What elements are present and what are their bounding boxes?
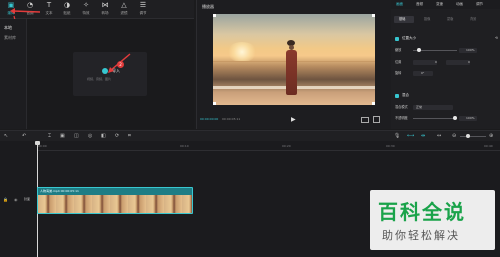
scale-value: 100% bbox=[466, 48, 475, 52]
toolbar-sticker-label: 贴纸 bbox=[63, 11, 71, 15]
duration-timecode: 00:00:05:11 bbox=[222, 117, 241, 121]
current-timecode: 00:00:00:00 bbox=[200, 117, 219, 121]
sidebar-item-library[interactable]: 素材库 bbox=[4, 36, 16, 40]
loop-icon[interactable]: ⟳ bbox=[115, 133, 119, 139]
timeline-toolbar: ↖ ↶ ⌶ ▣ ◫ ◎ ◧ ⟳ ⌗ 🎙 ⟷ ⇹ ↔ ⊖ ⊕ bbox=[0, 130, 500, 141]
opacity-slider-track[interactable] bbox=[413, 118, 457, 119]
toolbar-filter[interactable]: △ 滤镜 bbox=[115, 1, 133, 17]
zoom-in-icon[interactable]: ⊕ bbox=[489, 133, 493, 139]
player-title: 播放器 bbox=[202, 4, 214, 9]
video-clip[interactable]: 人物海滩.mp4 00:00:05:11 bbox=[37, 187, 193, 214]
crop-icon[interactable]: ▣ bbox=[60, 133, 65, 139]
sun-glow bbox=[227, 42, 257, 62]
undo-icon[interactable]: ↶ bbox=[22, 133, 26, 139]
playhead-handle[interactable] bbox=[35, 141, 40, 145]
watermark-title: 百科全说 bbox=[378, 200, 466, 224]
media-sidebar: 本地 素材库 bbox=[0, 19, 27, 129]
toolbar-transition[interactable]: ⋈ 转场 bbox=[96, 1, 114, 17]
effects-icon: ✧ bbox=[83, 1, 89, 9]
freeze-icon[interactable]: ◧ bbox=[101, 133, 106, 139]
subtab-chroma[interactable]: 抠像 bbox=[424, 17, 430, 21]
properties-panel: 画面 音频 变速 动画 调节 基础 抠像 蒙版 背景 位置大小 ⟲ 缩放 100… bbox=[391, 0, 500, 129]
position-x-field[interactable] bbox=[413, 60, 437, 65]
reset-icon[interactable]: ⟲ bbox=[495, 36, 498, 41]
sidebar-item-local[interactable]: 本地 bbox=[4, 26, 12, 30]
position-label: 位置 bbox=[395, 60, 402, 64]
person-dress bbox=[286, 50, 297, 95]
handle-br[interactable] bbox=[372, 102, 375, 105]
section-position-size: 位置大小 bbox=[402, 36, 416, 40]
video-preview[interactable] bbox=[213, 14, 375, 105]
rotate-label: 旋转 bbox=[395, 71, 402, 75]
link-icon[interactable]: ⟷ bbox=[407, 133, 414, 139]
sticker-icon: ◑ bbox=[63, 1, 71, 9]
tick-label: 00:40 bbox=[484, 144, 493, 148]
tab-audio[interactable]: 音频 bbox=[416, 2, 423, 7]
tick-label: 00:10 bbox=[180, 144, 189, 148]
snap-icon[interactable]: ⇹ bbox=[421, 133, 425, 139]
time-ruler[interactable]: 00:00 00:10 00:20 00:30 00:40 bbox=[37, 141, 500, 151]
toolbar-sticker[interactable]: ◑ 贴纸 bbox=[58, 1, 76, 17]
opacity-slider-thumb[interactable] bbox=[453, 116, 457, 120]
track-lock-icon[interactable]: 🔒 bbox=[3, 197, 8, 202]
track-cover-label[interactable]: 封面 bbox=[24, 198, 30, 201]
preview-axis-icon[interactable]: ↔ bbox=[437, 133, 441, 139]
transition-icon: ⋈ bbox=[101, 1, 109, 9]
tab-picture[interactable]: 画面 bbox=[396, 2, 403, 7]
blend-checkbox[interactable] bbox=[395, 94, 399, 98]
filter-icon: △ bbox=[121, 1, 127, 9]
position-x-value: 0 bbox=[435, 60, 437, 64]
tab-animation[interactable]: 动画 bbox=[456, 2, 463, 7]
clip-label: 人物海滩.mp4 00:00:05:11 bbox=[40, 189, 79, 193]
player-panel: 播放器 00:00:00:00 00:00:05:11 ▶ bbox=[196, 0, 392, 129]
tab-adjust[interactable]: 调节 bbox=[476, 2, 483, 7]
select-cursor-icon[interactable]: ↖ bbox=[4, 133, 8, 139]
position-y-value: 0 bbox=[468, 60, 470, 64]
scale-label: 缩放 bbox=[395, 48, 402, 52]
track-visibility-icon[interactable]: ◉ bbox=[14, 197, 18, 202]
toolbar-transition-label: 转场 bbox=[101, 11, 109, 15]
handle-tl[interactable] bbox=[213, 14, 216, 17]
microphone-icon[interactable]: 🎙 bbox=[394, 133, 400, 139]
toolbar-filter-label: 滤镜 bbox=[120, 11, 128, 15]
scale-slider-thumb[interactable] bbox=[417, 48, 421, 52]
zoom-slider-track[interactable] bbox=[460, 136, 486, 137]
zoom-slider-thumb[interactable] bbox=[466, 134, 470, 138]
section-blend: 混合 bbox=[402, 93, 409, 97]
handle-bl[interactable] bbox=[213, 102, 216, 105]
fullscreen-icon[interactable] bbox=[373, 116, 380, 123]
position-y-field[interactable] bbox=[446, 60, 470, 65]
watermark-subtitle: 助你轻松解决 bbox=[382, 229, 460, 242]
toolbar-adjust-label: 调节 bbox=[139, 11, 147, 15]
handle-tr[interactable] bbox=[372, 14, 375, 17]
blend-mode-value: 正常 bbox=[416, 105, 423, 109]
crop-frame-icon[interactable]: ⌗ bbox=[128, 133, 131, 139]
clip-thumbnails bbox=[38, 195, 192, 213]
rotate-icon[interactable]: ◎ bbox=[88, 133, 92, 139]
ratio-icon[interactable] bbox=[361, 117, 369, 123]
split-icon[interactable]: ⌶ bbox=[48, 133, 51, 139]
mirror-icon[interactable]: ◫ bbox=[74, 133, 79, 139]
opacity-label: 不透明度 bbox=[395, 116, 408, 120]
annotation-badge-2: 2 bbox=[117, 61, 124, 68]
toolbar-effects-label: 特效 bbox=[82, 11, 90, 15]
subtab-basic[interactable]: 基础 bbox=[399, 17, 405, 21]
toolbar-effects[interactable]: ✧ 特效 bbox=[77, 1, 95, 17]
props-tabbar: 画面 音频 变速 动画 调节 bbox=[391, 0, 500, 9]
opacity-value: 100% bbox=[466, 116, 475, 120]
subtab-mask[interactable]: 蒙版 bbox=[447, 17, 453, 21]
tick-label: 00:20 bbox=[282, 144, 291, 148]
blend-mode-label: 混合模式 bbox=[395, 105, 408, 109]
tick-label: 00:30 bbox=[386, 144, 395, 148]
position-size-checkbox[interactable] bbox=[395, 37, 399, 41]
toolbar-adjust[interactable]: ☰ 调节 bbox=[134, 1, 152, 17]
zoom-out-icon[interactable]: ⊖ bbox=[452, 133, 456, 139]
tab-speed[interactable]: 变速 bbox=[436, 2, 443, 7]
play-icon[interactable]: ▶ bbox=[291, 116, 296, 123]
adjust-icon: ☰ bbox=[139, 1, 147, 9]
watermark-box: 百科全说 助你轻松解决 bbox=[370, 190, 495, 250]
subtab-background[interactable]: 背景 bbox=[470, 17, 476, 21]
rotate-value: 0° bbox=[421, 71, 425, 75]
